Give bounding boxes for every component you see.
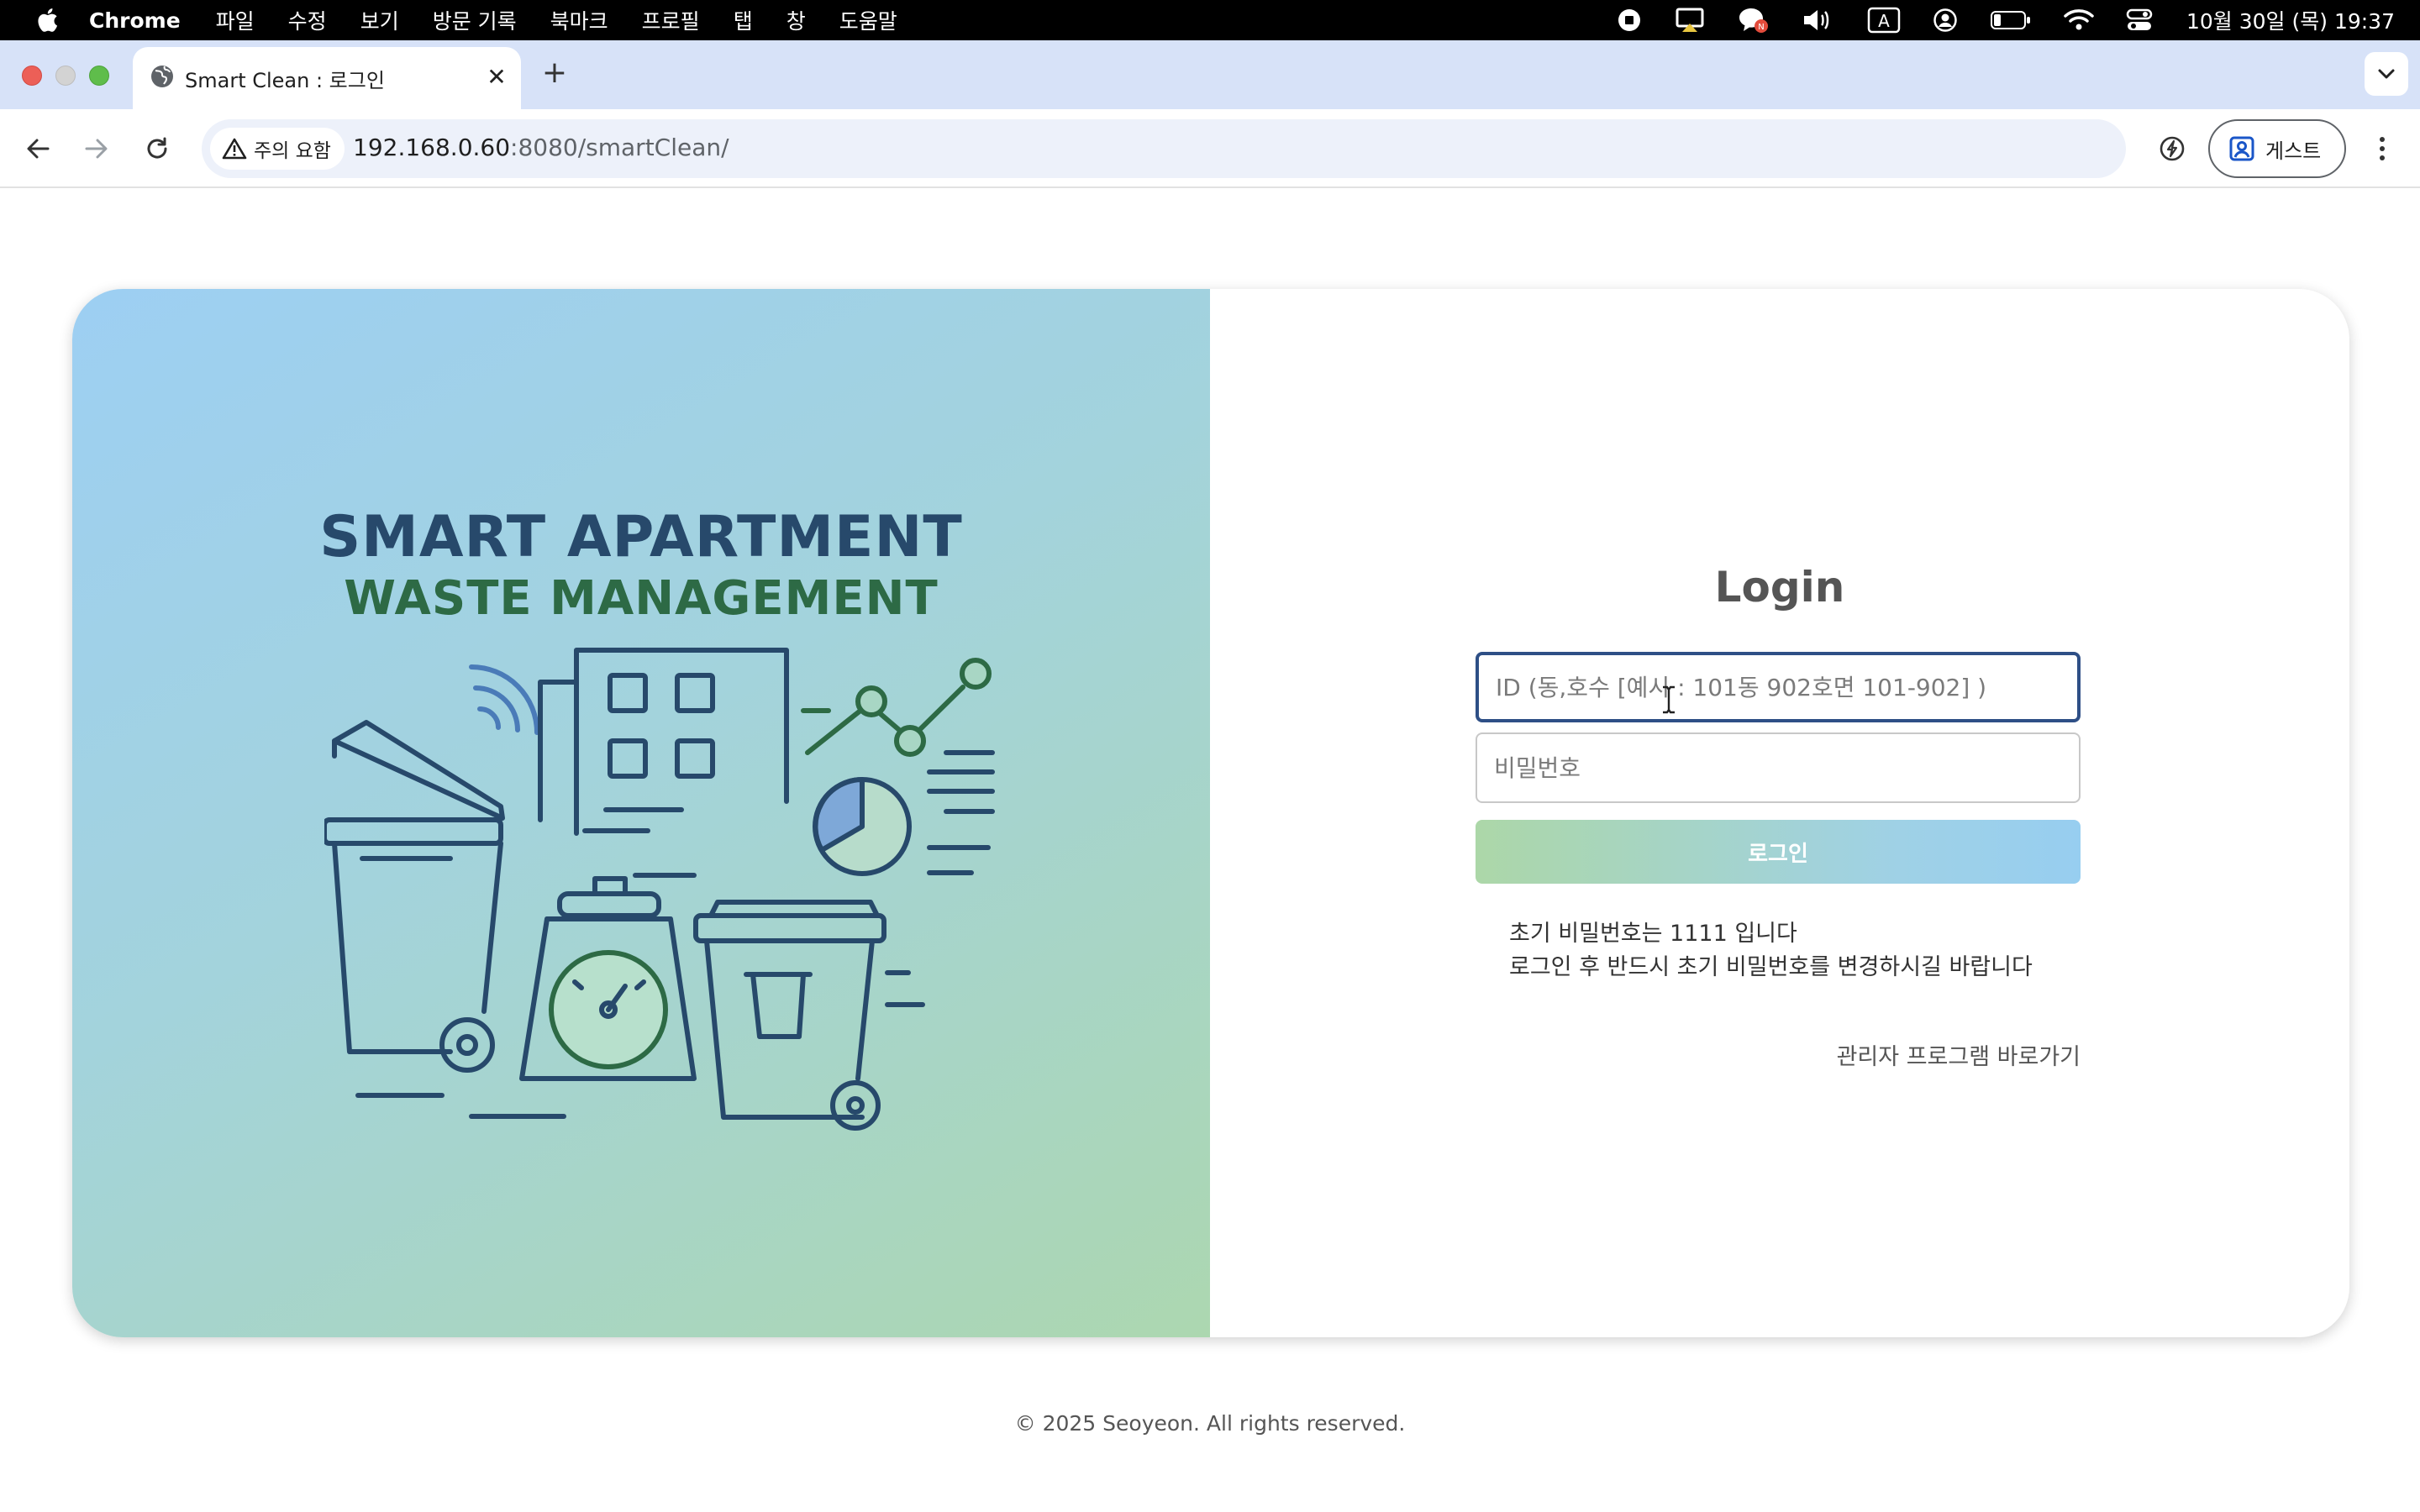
signal-waves-icon: [469, 664, 539, 735]
weighing-scale-icon: [519, 876, 697, 1081]
forward-button[interactable]: [77, 129, 116, 168]
notice-line-2: 로그인 후 반드시 초기 비밀번호를 변경하시길 바랍니다: [1509, 954, 2033, 980]
status-area: N A 10월 30일 (목) 19:37: [1585, 0, 2395, 40]
volume-icon[interactable]: [1802, 0, 1835, 40]
arrow-right-icon: [85, 139, 108, 159]
open-trash-can-icon: [324, 720, 566, 1119]
globe-icon: [148, 62, 176, 91]
hero-panel: SMART APARTMENT WASTE MANAGEMENT: [72, 289, 1210, 1337]
apple-logo-icon[interactable]: [34, 7, 60, 34]
messenger-icon[interactable]: N: [1738, 0, 1770, 40]
waste-bin-icon: [693, 900, 925, 1131]
tab-title: Smart Clean : 로그인: [185, 69, 385, 92]
warning-icon: [222, 138, 247, 160]
menu-history[interactable]: 방문 기록: [433, 5, 517, 35]
more-menu-icon[interactable]: [2368, 129, 2396, 168]
url-text[interactable]: 192.168.0.60:8080/smartClean/: [353, 134, 729, 161]
address-bar[interactable]: 주의 요함 192.168.0.60:8080/smartClean/: [202, 119, 2126, 178]
hero-title-line2: WASTE MANAGEMENT: [344, 571, 939, 626]
pie-chart-icon: [813, 777, 912, 876]
trend-chart-icon: [801, 658, 992, 757]
input-source-indicator[interactable]: A: [1867, 0, 1901, 40]
user-account-icon[interactable]: [1933, 0, 1958, 40]
active-browser-tab[interactable]: Smart Clean : 로그인 ✕: [133, 47, 521, 109]
window-zoom-button[interactable]: [89, 66, 109, 86]
battery-icon[interactable]: [1990, 0, 2032, 40]
menu-help[interactable]: 도움말: [839, 5, 897, 35]
waste-management-illustration: [324, 648, 995, 1131]
back-button[interactable]: [18, 129, 57, 168]
admin-program-link[interactable]: 관리자 프로그램 바로가기: [1210, 1038, 2081, 1071]
macos-menu-bar: Chrome 파일 수정 보기 방문 기록 북마크 프로필 탭 창 도움말 N …: [0, 0, 2420, 40]
hero-title-line1: SMART APARTMENT: [319, 504, 963, 570]
chevron-down-icon: [2378, 69, 2395, 79]
security-warning-label: 주의 요함: [254, 140, 331, 162]
window-close-button[interactable]: [22, 66, 42, 86]
screen-mirroring-icon[interactable]: [1674, 0, 1706, 40]
profile-label: 게스트: [2265, 139, 2322, 163]
menu-app-name[interactable]: Chrome: [89, 8, 181, 33]
url-path: :8080/smartClean/: [510, 134, 729, 161]
login-heading: Login: [1714, 563, 1845, 612]
browser-toolbar: 주의 요함 192.168.0.60:8080/smartClean/ 게스트: [0, 109, 2420, 188]
control-center-icon[interactable]: [2126, 0, 2153, 40]
menu-tab[interactable]: 탭: [734, 5, 753, 35]
svg-text:N: N: [1758, 23, 1764, 32]
url-host: 192.168.0.60: [353, 134, 511, 161]
tab-search-button[interactable]: [2365, 52, 2408, 96]
site-security-chip[interactable]: 주의 요함: [210, 128, 345, 170]
reload-button[interactable]: [138, 129, 176, 168]
initial-password-notice: 초기 비밀번호는 1111 입니다 로그인 후 반드시 초기 비밀번호를 변경하…: [1509, 917, 2033, 984]
login-card: SMART APARTMENT WASTE MANAGEMENT Login I…: [72, 289, 2349, 1337]
svg-text:A: A: [1878, 11, 1890, 31]
profile-button[interactable]: 게스트: [2208, 119, 2346, 178]
menu-window[interactable]: 창: [786, 5, 806, 35]
guest-profile-icon: [2229, 136, 2254, 161]
wifi-icon[interactable]: [2064, 0, 2094, 40]
menu-edit[interactable]: 수정: [288, 5, 327, 35]
tab-close-icon[interactable]: ✕: [481, 60, 513, 92]
menu-view[interactable]: 보기: [360, 5, 399, 35]
report-lines-icon: [927, 750, 995, 875]
arrow-left-icon: [27, 139, 50, 159]
menu-profiles[interactable]: 프로필: [642, 5, 700, 35]
new-tab-button[interactable]: +: [538, 55, 571, 90]
login-button[interactable]: 로그인: [1476, 820, 2081, 884]
text-cursor-icon: [1663, 685, 1675, 714]
menu-bar-clock[interactable]: 10월 30일 (목) 19:37: [2186, 5, 2395, 35]
screen-record-icon[interactable]: [1617, 0, 1642, 40]
menu-file[interactable]: 파일: [216, 5, 255, 35]
reload-icon: [147, 137, 167, 159]
page-footer: © 2025 Seoyeon. All rights reserved.: [1014, 1411, 1406, 1436]
user-id-input[interactable]: [1476, 652, 2081, 722]
login-panel: Login 로그인 초기 비밀번호는 1111 입니다 로그인 후 반드시 초기…: [1210, 289, 2349, 1337]
apartment-building-icon: [538, 648, 789, 878]
notice-line-1: 초기 비밀번호는 1111 입니다: [1509, 921, 1797, 947]
performance-icon[interactable]: [2153, 129, 2191, 168]
window-minimize-button[interactable]: [55, 66, 76, 86]
menu-bookmarks[interactable]: 북마크: [550, 5, 608, 35]
password-input[interactable]: [1476, 732, 2081, 803]
